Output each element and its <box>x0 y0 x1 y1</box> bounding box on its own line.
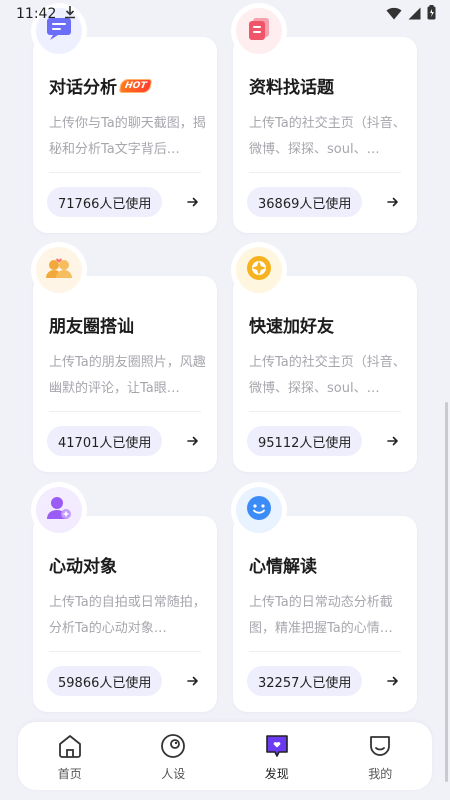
card-description: 上传Ta的社交主页（抖音、微博、探探、soul、… <box>249 116 406 157</box>
discover-icon <box>262 731 292 761</box>
nav-label: 发现 <box>264 766 289 781</box>
card-title: 心情解读 <box>249 552 317 577</box>
battery-icon <box>427 4 436 24</box>
divider <box>249 411 401 412</box>
card-title: 快速加好友 <box>249 312 334 337</box>
card-title-text: 朋友圈搭讪 <box>49 317 134 337</box>
usage-count-badge: 95112人已使用 <box>247 426 363 456</box>
moments-flirt-icon <box>45 256 73 284</box>
card-description: 上传Ta的社交主页（抖音、微博、探探、soul、… <box>249 355 406 396</box>
card-title: 朋友圈搭讪 <box>49 312 134 337</box>
card-chat-analysis[interactable]: 对话分析 HOT 上传你与Ta的聊天截图，揭秘和分析Ta文字背后… 71766人… <box>31 3 217 233</box>
usage-count-badge: 59866人已使用 <box>47 666 163 696</box>
profile-icon <box>365 731 395 761</box>
card-moments-flirt[interactable]: 朋友圈搭讪 上传Ta的朋友圈照片，风趣幽默的评论，让Ta眼… 41701人已使用 <box>31 242 217 472</box>
usage-count-badge: 36869人已使用 <box>247 187 363 217</box>
card-title-text: 心情解读 <box>249 557 317 577</box>
card-title: 资料找话题 <box>249 73 334 98</box>
card-title: 对话分析 HOT <box>49 73 152 98</box>
signal-icon <box>408 5 421 24</box>
divider <box>249 651 401 652</box>
divider <box>249 172 401 173</box>
arrow-right-icon[interactable] <box>183 671 203 691</box>
nav-label: 人设 <box>161 766 186 781</box>
card-icon-wrap <box>231 482 287 538</box>
card-icon-wrap <box>31 482 87 538</box>
usage-count-badge: 71766人已使用 <box>47 187 163 217</box>
card-description: 上传Ta的朋友圈照片，风趣幽默的评论，让Ta眼… <box>49 355 206 396</box>
card-title-text: 对话分析 <box>49 78 117 98</box>
card-description: 上传你与Ta的聊天截图，揭秘和分析Ta文字背后… <box>49 116 206 157</box>
nav-item-mine[interactable]: 我的 <box>340 731 420 782</box>
nav-item-home[interactable]: 首页 <box>30 731 110 782</box>
nav-label: 首页 <box>57 766 82 781</box>
scrollbar[interactable] <box>445 402 448 782</box>
divider <box>49 651 201 652</box>
arrow-right-icon[interactable] <box>383 431 403 451</box>
hot-badge: HOT <box>119 79 152 92</box>
status-time: 11:42 <box>16 6 57 22</box>
home-icon <box>55 731 85 761</box>
nav-label: 我的 <box>368 766 393 781</box>
crush-icon <box>46 495 72 525</box>
nav-item-discover[interactable]: 发现 <box>237 731 317 782</box>
divider <box>49 172 201 173</box>
nav-item-persona[interactable]: 人设 <box>133 731 213 782</box>
arrow-right-icon[interactable] <box>383 192 403 212</box>
status-bar: 11:42 <box>0 0 450 28</box>
usage-count-badge: 32257人已使用 <box>247 666 363 696</box>
quick-add-friend-icon <box>246 255 272 285</box>
card-title-text: 快速加好友 <box>249 317 334 337</box>
card-mood[interactable]: 心情解读 上传Ta的日常动态分析截图，精准把握Ta的心情… 32257人已使用 <box>231 482 417 712</box>
wifi-icon <box>386 5 402 24</box>
usage-count-badge: 41701人已使用 <box>47 426 163 456</box>
card-title: 心动对象 <box>49 552 117 577</box>
persona-icon <box>158 731 188 761</box>
arrow-right-icon[interactable] <box>183 192 203 212</box>
divider <box>49 411 201 412</box>
card-crush[interactable]: 心动对象 上传Ta的自拍或日常随拍，分析Ta的心动对象… 59866人已使用 <box>31 482 217 712</box>
bottom-nav: 首页 人设 发现 我的 <box>18 722 432 790</box>
card-icon-wrap <box>31 242 87 298</box>
mood-icon <box>246 495 272 525</box>
card-title-text: 资料找话题 <box>249 78 334 98</box>
card-quick-add-friend[interactable]: 快速加好友 上传Ta的社交主页（抖音、微博、探探、soul、… 95112人已使… <box>231 242 417 472</box>
card-profile-topic[interactable]: 资料找话题 上传Ta的社交主页（抖音、微博、探探、soul、… 36869人已使… <box>231 3 417 233</box>
card-description: 上传Ta的日常动态分析截图，精准把握Ta的心情… <box>249 595 393 636</box>
download-icon <box>64 5 76 23</box>
arrow-right-icon[interactable] <box>383 671 403 691</box>
arrow-right-icon[interactable] <box>183 431 203 451</box>
card-icon-wrap <box>231 242 287 298</box>
card-description: 上传Ta的自拍或日常随拍，分析Ta的心动对象… <box>49 595 206 636</box>
card-title-text: 心动对象 <box>49 557 117 577</box>
